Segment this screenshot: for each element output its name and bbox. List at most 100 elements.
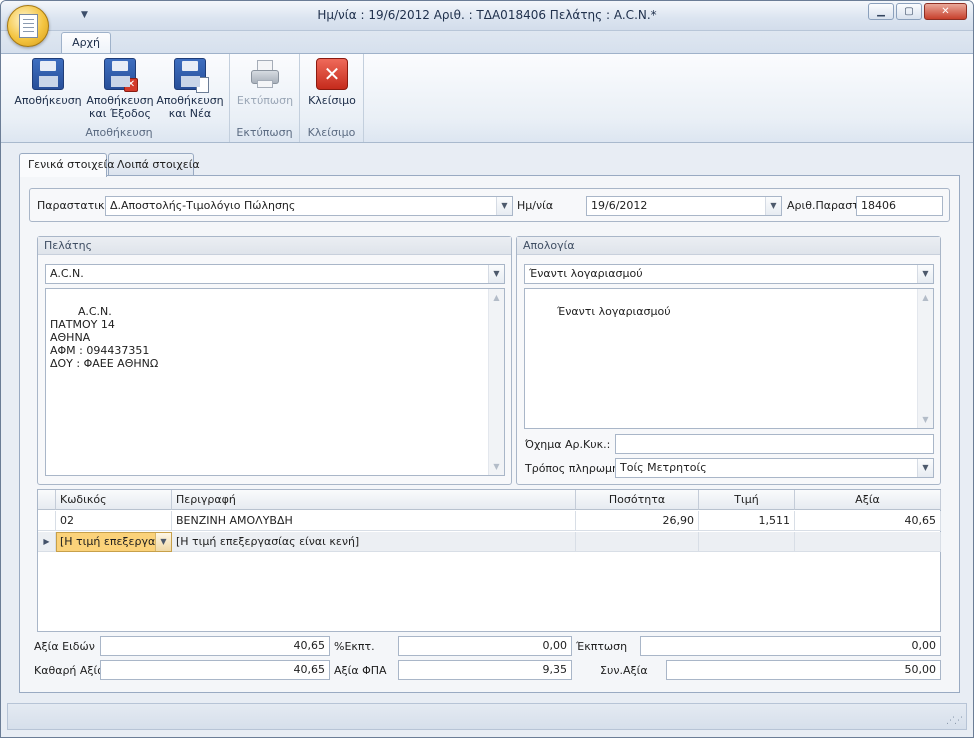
- invoice-window: ▼ Ημ/νία : 19/6/2012 Αριθ. : ΤΔΑ018406 Π…: [0, 0, 974, 738]
- maximize-button[interactable]: ▢: [896, 3, 922, 20]
- save-exit-label-line2: και Έξοδος: [89, 107, 151, 120]
- save-button-label: Αποθήκευση: [14, 94, 82, 107]
- printer-icon: [249, 58, 281, 90]
- general-tab-page: Παραστατικό Δ.Αποστολής-Τιμολόγιο Πώληση…: [19, 175, 960, 693]
- customer-select[interactable]: A.C.N. ▼: [45, 264, 505, 284]
- ribbon-group-close: ✕ Κλείσιμο Κλείσιμο: [300, 54, 364, 142]
- new-row-code-editor[interactable]: [Η τιμή επεξεργα... ▼: [56, 532, 172, 552]
- reason-select[interactable]: Έναντι λογαριασμού ▼: [524, 264, 934, 284]
- customer-details-memo[interactable]: A.C.N. ΠΑΤΜΟΥ 14 ΑΘΗΝΑ ΑΦΜ : 094437351 Δ…: [45, 288, 505, 476]
- save-new-label-line2: και Νέα: [168, 107, 212, 120]
- maximize-icon: ▢: [904, 6, 914, 17]
- save-exit-label-line1: Αποθήκευση: [86, 94, 154, 107]
- tab-other[interactable]: Λοιπά στοιχεία: [108, 153, 200, 176]
- vehicle-label: Όχημα Αρ.Κυκ.:: [525, 438, 611, 451]
- column-header-quantity[interactable]: Ποσότητα: [576, 490, 699, 510]
- save-and-exit-button[interactable]: ✕ Αποθήκευση και Έξοδος: [85, 58, 155, 120]
- document-type-select[interactable]: Δ.Αποστολής-Τιμολόγιο Πώλησης ▼: [105, 196, 513, 216]
- save-new-label-line1: Αποθήκευση: [156, 94, 224, 107]
- status-bar: ⋰⋰: [7, 703, 967, 730]
- chevron-down-icon[interactable]: ▼: [917, 459, 933, 477]
- close-x-icon: ✕: [316, 58, 348, 90]
- customer-details-text: A.C.N. ΠΑΤΜΟΥ 14 ΑΘΗΝΑ ΑΦΜ : 094437351 Δ…: [50, 305, 159, 370]
- chevron-down-icon[interactable]: ▼: [488, 265, 504, 283]
- net-value-field[interactable]: 40,65: [100, 660, 330, 680]
- close-icon: ✕: [941, 6, 950, 17]
- vehicle-field[interactable]: [615, 434, 934, 454]
- payment-method-label: Τρόπος πληρωμής: [525, 462, 626, 475]
- ribbon-group-save-label: Αποθήκευση: [85, 126, 153, 139]
- document-number-field[interactable]: 18406: [856, 196, 943, 216]
- items-value-field[interactable]: 40,65: [100, 636, 330, 656]
- chevron-down-icon[interactable]: ▼: [917, 265, 933, 283]
- reason-memo[interactable]: Έναντι λογαριασμού ▲ ▼: [524, 288, 934, 429]
- app-menu-button[interactable]: [7, 5, 49, 47]
- ribbon-tab-home[interactable]: Αρχή: [61, 32, 111, 54]
- reason-memo-scrollbar[interactable]: ▲ ▼: [917, 289, 933, 428]
- items-grid[interactable]: Κωδικός Περιγραφή Ποσότητα Τιμή Αξία 02 …: [37, 489, 941, 632]
- ribbon-group-print: Εκτύπωση Εκτύπωση: [230, 54, 300, 142]
- chevron-down-icon[interactable]: ▼: [496, 197, 512, 215]
- new-row-value[interactable]: [795, 532, 941, 552]
- discount-percent-field[interactable]: 0,00: [398, 636, 572, 656]
- row-pointer-icon: ▶: [38, 532, 56, 552]
- ribbon-group-print-label: Εκτύπωση: [236, 126, 293, 139]
- table-row[interactable]: 02 ΒΕΝΖΙΝΗ ΑΜΟΛΥΒΔΗ 26,90 1,511 40,65: [38, 511, 941, 531]
- document-icon: [19, 14, 38, 38]
- chevron-down-icon[interactable]: ▼: [765, 197, 781, 215]
- grid-header-row: Κωδικός Περιγραφή Ποσότητα Τιμή Αξία: [38, 490, 941, 510]
- total-value-label: Συν.Αξία: [600, 664, 648, 677]
- cell-quantity[interactable]: 26,90: [576, 511, 699, 531]
- cell-price[interactable]: 1,511: [699, 511, 795, 531]
- document-header-panel: Παραστατικό Δ.Αποστολής-Τιμολόγιο Πώληση…: [29, 188, 950, 222]
- reason-value: Έναντι λογαριασμού: [529, 267, 643, 280]
- save-and-new-button[interactable]: Αποθήκευση και Νέα: [155, 58, 225, 120]
- ribbon: Αποθήκευση ✕ Αποθήκευση και Έξοδος Αποθή…: [1, 53, 973, 143]
- title-bar: ▼ Ημ/νία : 19/6/2012 Αριθ. : ΤΔΑ018406 Π…: [1, 1, 973, 31]
- reason-panel: Απολογία Έναντι λογαριασμού ▼ Έναντι λογ…: [516, 236, 941, 485]
- save-new-icon: [174, 58, 209, 93]
- date-picker[interactable]: 19/6/2012 ▼: [586, 196, 782, 216]
- cell-code[interactable]: 02: [56, 511, 172, 531]
- new-row-description[interactable]: [Η τιμή επεξεργασίας είναι κενή]: [172, 532, 576, 552]
- payment-method-select[interactable]: Τοίς Μετρητοίς ▼: [615, 458, 934, 478]
- save-button[interactable]: Αποθήκευση: [13, 58, 83, 107]
- new-row-price[interactable]: [699, 532, 795, 552]
- chevron-down-icon[interactable]: ▼: [155, 533, 171, 551]
- column-header-code[interactable]: Κωδικός: [56, 490, 172, 510]
- vat-value-field[interactable]: 9,35: [398, 660, 572, 680]
- document-type-value: Δ.Αποστολής-Τιμολόγιο Πώλησης: [110, 199, 296, 212]
- tab-general[interactable]: Γενικά στοιχεία: [19, 153, 115, 177]
- customer-panel-title: Πελάτης: [38, 237, 511, 255]
- column-header-price[interactable]: Τιμή: [699, 490, 795, 510]
- cell-description[interactable]: ΒΕΝΖΙΝΗ ΑΜΟΛΥΒΔΗ: [172, 511, 576, 531]
- resize-grip-icon[interactable]: ⋰⋰: [946, 716, 963, 726]
- floppy-disk-icon: [32, 58, 64, 90]
- new-item-row[interactable]: ▶ [Η τιμή επεξεργασίας είναι κενή] [Η τι…: [38, 532, 941, 552]
- vat-value-label: Αξία ΦΠΑ: [334, 664, 387, 677]
- customer-memo-scrollbar[interactable]: ▲ ▼: [488, 289, 504, 475]
- minimize-button[interactable]: ▁: [868, 3, 894, 20]
- date-value: 19/6/2012: [591, 199, 648, 212]
- document-number-label: Αριθ.Παραστ.: [787, 199, 863, 212]
- print-button-label: Εκτύπωση: [236, 94, 294, 107]
- reason-memo-text: Έναντι λογαριασμού: [556, 305, 671, 318]
- customer-value: A.C.N.: [50, 267, 84, 280]
- reason-panel-title: Απολογία: [517, 237, 940, 255]
- close-button[interactable]: ✕ Κλείσιμο: [302, 58, 362, 107]
- total-value-field[interactable]: 50,00: [666, 660, 941, 680]
- cell-value[interactable]: 40,65: [795, 511, 941, 531]
- payment-method-value: Τοίς Μετρητοίς: [620, 461, 707, 474]
- column-header-value[interactable]: Αξία: [795, 490, 941, 510]
- discount-field[interactable]: 0,00: [640, 636, 941, 656]
- row-indicator: [38, 511, 56, 531]
- items-value-label: Αξία Ειδών: [34, 640, 95, 653]
- close-window-button[interactable]: ✕: [924, 3, 967, 20]
- net-value-label: Καθαρή Αξία: [34, 664, 105, 677]
- ribbon-group-close-label: Κλείσιμο: [307, 126, 356, 139]
- document-type-label: Παραστατικό: [37, 199, 112, 212]
- column-header-description[interactable]: Περιγραφή: [172, 490, 576, 510]
- print-button[interactable]: Εκτύπωση: [232, 58, 298, 107]
- new-row-code-text: [Η τιμή επεξεργα...: [60, 535, 166, 548]
- new-row-quantity[interactable]: [576, 532, 699, 552]
